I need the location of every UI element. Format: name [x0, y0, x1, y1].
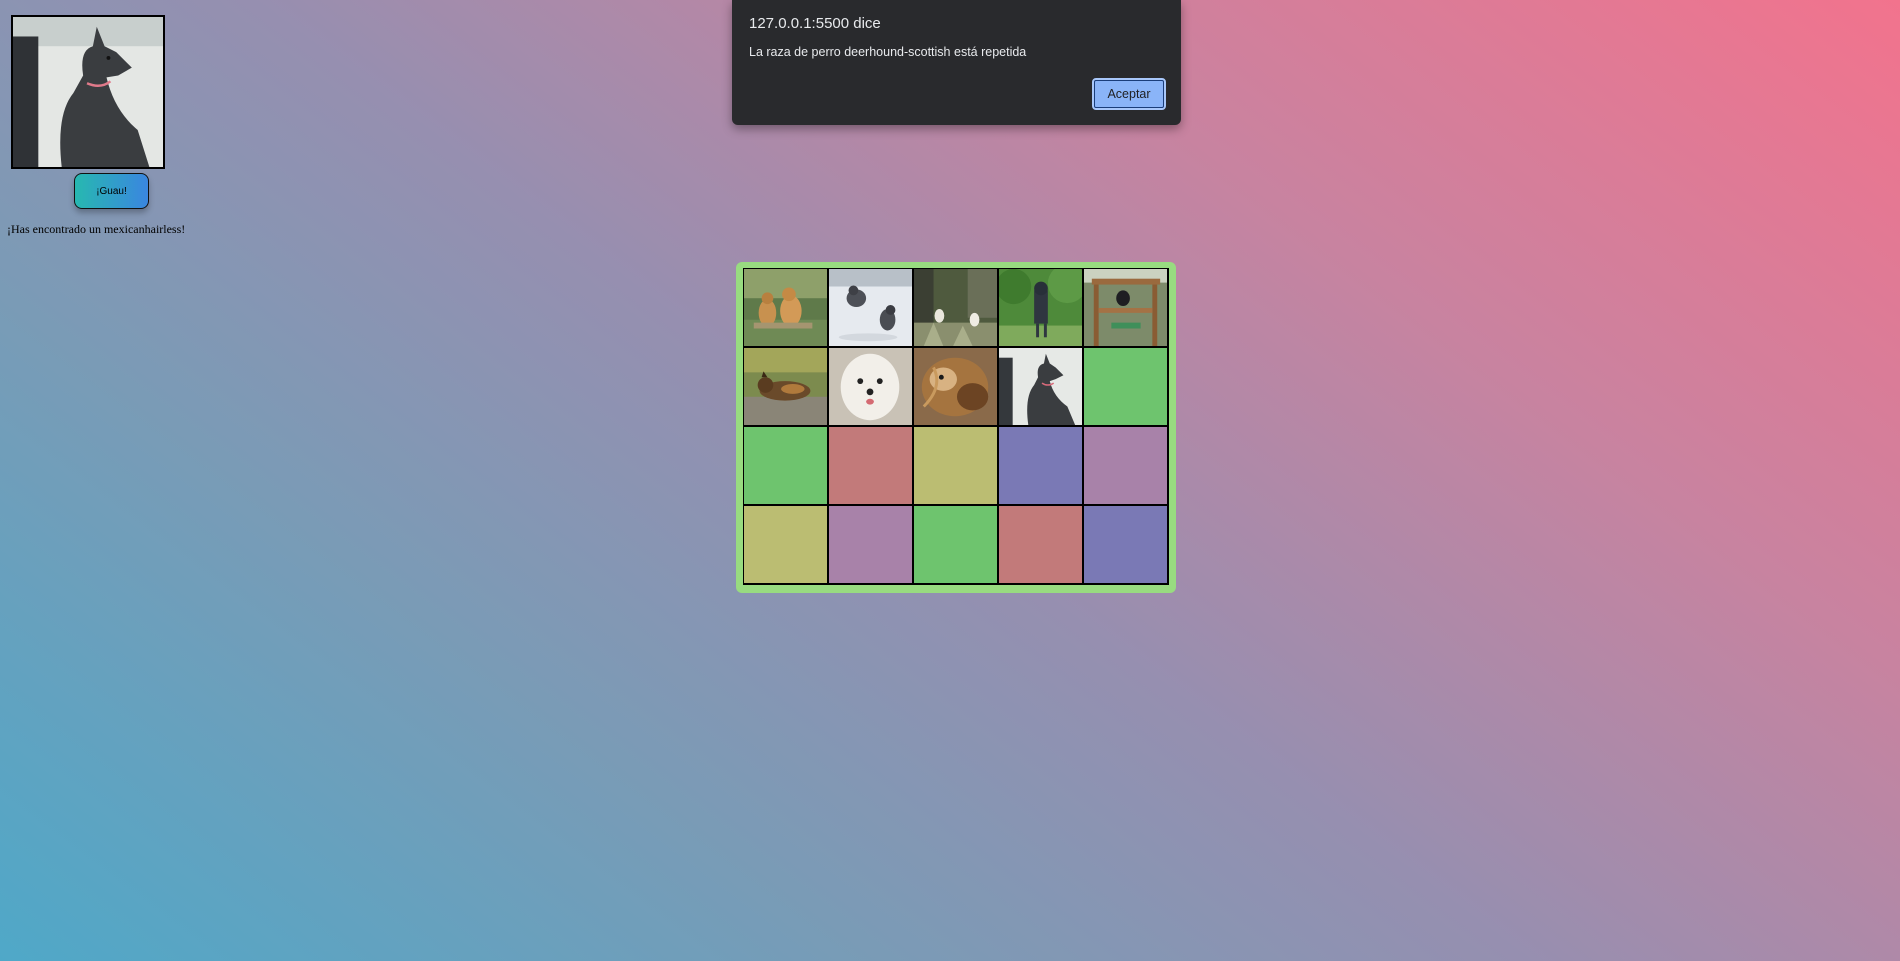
card-revealed-mexicanhairless-dog[interactable] [999, 348, 1084, 427]
dog-preview-image [11, 15, 165, 169]
card-revealed-two-afghan-hounds-on-grass[interactable] [744, 269, 829, 348]
found-message: ¡Has encontrado un mexicanhairless! [7, 222, 186, 236]
memory-board [736, 262, 1176, 593]
card-hidden-red[interactable] [829, 427, 914, 506]
card-hidden-green[interactable] [1084, 348, 1169, 427]
card-hidden-blue[interactable] [999, 427, 1084, 506]
alert-dialog: 127.0.0.1:5500 dice La raza de perro dee… [732, 0, 1181, 125]
card-hidden-green[interactable] [914, 506, 999, 585]
card-revealed-white-fluffy-dog-face[interactable] [829, 348, 914, 427]
dialog-message: La raza de perro deerhound-scottish está… [749, 45, 1027, 59]
dialog-title: 127.0.0.1:5500 dice [749, 15, 881, 32]
card-grid [743, 268, 1169, 585]
card-hidden-purple[interactable] [1084, 427, 1169, 506]
dialog-accept-button[interactable]: Aceptar [1092, 78, 1166, 110]
card-revealed-small-dogs-in-garden[interactable] [914, 269, 999, 348]
card-hidden-purple[interactable] [829, 506, 914, 585]
card-revealed-german-shepherd-lying-on-rocks[interactable] [744, 348, 829, 427]
card-revealed-dog-standing-by-trees[interactable] [999, 269, 1084, 348]
card-revealed-dogs-running-in-snow[interactable] [829, 269, 914, 348]
card-hidden-olive[interactable] [914, 427, 999, 506]
dog-photo-icon [13, 17, 163, 167]
card-hidden-olive[interactable] [744, 506, 829, 585]
woof-button[interactable]: ¡Guau! [74, 173, 149, 209]
card-hidden-green[interactable] [744, 427, 829, 506]
card-hidden-red[interactable] [999, 506, 1084, 585]
card-hidden-blue[interactable] [1084, 506, 1169, 585]
card-revealed-brown-longhaired-dog[interactable] [914, 348, 999, 427]
card-revealed-dog-on-wooden-playground[interactable] [1084, 269, 1169, 348]
